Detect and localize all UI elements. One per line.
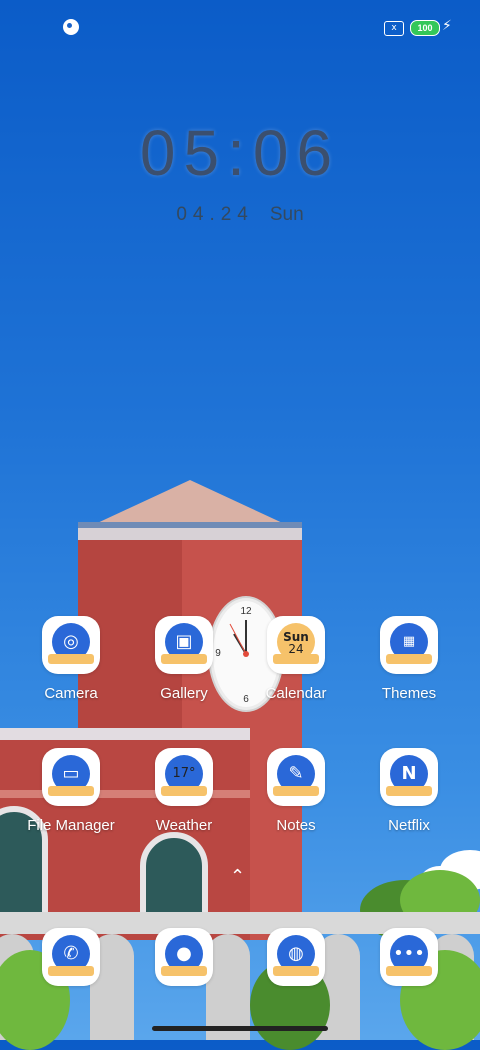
app-gallery[interactable]: ▣ Gallery (129, 616, 239, 702)
app-label: Themes (381, 685, 437, 702)
app-themes[interactable]: ▦ Themes (354, 616, 464, 702)
date-text: 04.24 (176, 204, 254, 225)
app-netflix[interactable]: N Netflix (354, 748, 464, 834)
battery-indicator: 100 (410, 20, 440, 36)
dock-browser[interactable]: ◍ (241, 928, 351, 986)
weather-icon: 17° (155, 748, 213, 806)
status-bar: x 100 ⚡ (0, 0, 480, 56)
file-manager-icon: ▭ (42, 748, 100, 806)
clock-time[interactable]: 05:06 (0, 116, 480, 190)
home-indicator[interactable] (152, 1026, 328, 1031)
clock-date[interactable]: 04.24 Sun (0, 204, 480, 226)
browser-icon: ◍ (267, 928, 325, 986)
messages-icon: ••• (380, 928, 438, 986)
app-notes[interactable]: ✎ Notes (241, 748, 351, 834)
camera-icon: ◎ (42, 616, 100, 674)
app-drawer-up-icon[interactable]: ⌃ (230, 866, 245, 887)
contacts-icon: ● (155, 928, 213, 986)
app-camera[interactable]: ◎ Camera (16, 616, 126, 702)
gallery-icon: ▣ (155, 616, 213, 674)
app-label: Netflix (388, 817, 430, 834)
no-sim-icon: x (384, 21, 404, 36)
app-weather[interactable]: 17° Weather (129, 748, 239, 834)
app-file-manager[interactable]: ▭ File Manager (16, 748, 126, 834)
dock-contacts[interactable]: ● (129, 928, 239, 986)
notes-icon: ✎ (267, 748, 325, 806)
notification-icon (63, 19, 79, 35)
app-label: File Manager (27, 817, 115, 834)
charging-bolt-icon: ⚡ (442, 18, 452, 34)
app-label: Camera (44, 685, 98, 702)
calendar-icon: Sun 24 (267, 616, 325, 674)
app-label: Gallery (160, 685, 208, 702)
app-label: Notes (276, 817, 316, 834)
app-calendar[interactable]: Sun 24 Calendar (241, 616, 351, 702)
phone-icon: ✆ (42, 928, 100, 986)
app-label: Calendar (265, 685, 327, 702)
themes-icon: ▦ (380, 616, 438, 674)
netflix-icon: N (380, 748, 438, 806)
dock-phone[interactable]: ✆ (16, 928, 126, 986)
dock-messages[interactable]: ••• (354, 928, 464, 986)
weekday-text: Sun (269, 204, 304, 225)
app-label: Weather (155, 817, 213, 834)
